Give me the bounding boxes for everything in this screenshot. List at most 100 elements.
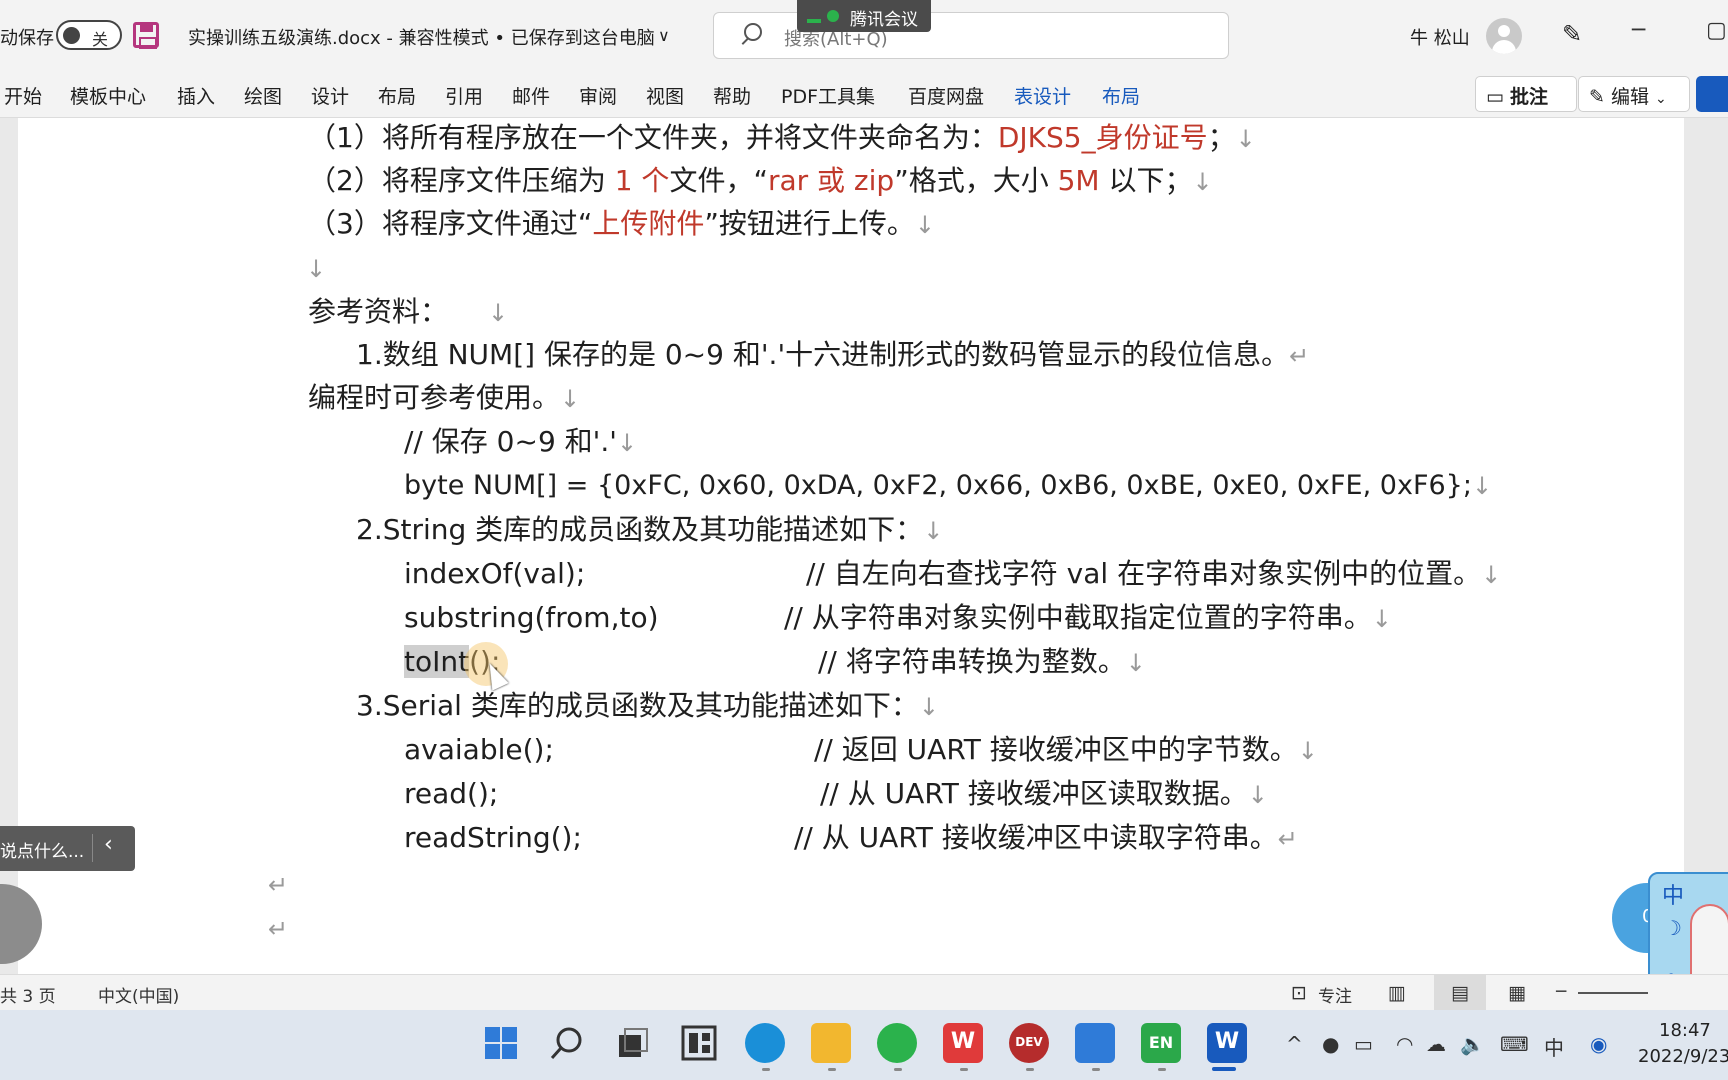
editing-mode-button[interactable]: ✎ 编辑 ⌄ bbox=[1578, 76, 1690, 112]
tray-overflow-icon[interactable]: ^ bbox=[1286, 1032, 1303, 1056]
en-input-icon[interactable]: EN bbox=[1141, 1023, 1181, 1063]
meeting-chat-pill[interactable]: 说点什么... ‹ bbox=[0, 826, 135, 871]
divider bbox=[92, 834, 93, 862]
reference-heading[interactable]: 参考资料： ↓ bbox=[308, 294, 508, 331]
reference-1-line-2[interactable]: 编程时可参考使用。↓ bbox=[308, 380, 580, 417]
running-indicator bbox=[894, 1068, 902, 1071]
microphone-icon[interactable]: ● bbox=[1322, 1032, 1339, 1056]
string-func-desc[interactable]: // 从字符串对象实例中截取指定位置的字符串。↓ bbox=[784, 600, 1392, 637]
reference-2-heading[interactable]: 2.String 类库的成员函数及其功能描述如下：↓ bbox=[356, 512, 943, 549]
collapse-chevron-icon[interactable]: ‹ bbox=[104, 832, 113, 857]
devcpp-icon[interactable]: DEV bbox=[1009, 1023, 1049, 1063]
tab-home[interactable]: 开始 bbox=[4, 82, 42, 109]
empty-line[interactable]: ↓ bbox=[306, 250, 326, 287]
moon-icon[interactable]: ☽ bbox=[1664, 916, 1682, 940]
wifi-icon[interactable]: ◠ bbox=[1396, 1032, 1413, 1056]
battery-icon[interactable]: ▭ bbox=[1354, 1032, 1373, 1056]
edit-pencil-icon: ✎ bbox=[1589, 86, 1605, 108]
tab-mailings[interactable]: 邮件 bbox=[512, 82, 550, 109]
tab-design[interactable]: 设计 bbox=[311, 82, 349, 109]
comments-button[interactable]: ▭ 批注 bbox=[1475, 76, 1577, 112]
tab-templates[interactable]: 模板中心 bbox=[70, 82, 146, 109]
print-layout-button[interactable]: ▤ bbox=[1434, 975, 1486, 1011]
web-layout-icon[interactable]: ▦ bbox=[1508, 982, 1526, 1004]
focus-icon[interactable]: ⊡ bbox=[1291, 982, 1307, 1004]
wps-icon[interactable]: W bbox=[943, 1023, 983, 1063]
tab-draw[interactable]: 绘图 bbox=[244, 82, 282, 109]
document-title[interactable]: 实操训练五级演练.docx - 兼容性模式 • 已保存到这台电脑 bbox=[188, 24, 655, 50]
signal-icon bbox=[807, 9, 821, 23]
task-view-icon[interactable] bbox=[613, 1023, 653, 1063]
tencent-meeting-badge[interactable]: 腾讯会议 bbox=[797, 0, 931, 32]
ime-mode-label[interactable]: 中 bbox=[1662, 878, 1684, 910]
tab-help[interactable]: 帮助 bbox=[713, 82, 751, 109]
ime-logo-icon[interactable]: ◉ bbox=[1590, 1032, 1607, 1056]
volume-icon[interactable]: 🔈 bbox=[1460, 1032, 1485, 1056]
serial-func-desc[interactable]: // 从 UART 接收缓冲区中读取字符串。↵ bbox=[794, 820, 1298, 857]
toggle-knob bbox=[63, 27, 80, 44]
serial-func-name[interactable]: avaiable(); bbox=[404, 732, 554, 768]
search-box[interactable]: 搜索(Alt+Q) bbox=[713, 12, 1229, 59]
running-indicator bbox=[1092, 1068, 1100, 1071]
search-icon[interactable] bbox=[547, 1023, 587, 1063]
windows-start-icon[interactable] bbox=[481, 1023, 521, 1063]
tab-layout[interactable]: 布局 bbox=[378, 82, 416, 109]
paragraph-mark: ↵ bbox=[268, 915, 289, 943]
requirement-2[interactable]: （2）将程序文件压缩为 1 个文件，“rar 或 zip”格式，大小 5M 以下… bbox=[308, 163, 1213, 200]
wechat-icon[interactable] bbox=[877, 1023, 917, 1063]
ime-indicator[interactable]: 中 bbox=[1544, 1032, 1564, 1061]
code-array[interactable]: byte NUM[] = {0xFC, 0x60, 0xDA, 0xF2, 0x… bbox=[404, 468, 1492, 504]
string-func-name[interactable]: substring(from,to) bbox=[404, 600, 659, 636]
clock-time[interactable]: 18:47 bbox=[1659, 1020, 1711, 1041]
tab-pdf-tools[interactable]: PDF工具集 bbox=[781, 82, 875, 109]
reference-3-heading[interactable]: 3.Serial 类库的成员函数及其功能描述如下：↓ bbox=[356, 688, 939, 725]
language-indicator[interactable]: 中文(中国) bbox=[98, 982, 179, 1007]
share-button[interactable] bbox=[1696, 76, 1728, 112]
print-layout-icon: ▤ bbox=[1451, 982, 1469, 1004]
serial-func-name[interactable]: read(); bbox=[404, 776, 498, 812]
clock-date[interactable]: 2022/9/23 bbox=[1638, 1046, 1728, 1067]
tab-review[interactable]: 审阅 bbox=[579, 82, 617, 109]
avatar[interactable] bbox=[1486, 18, 1522, 54]
tab-baidu-netdisk[interactable]: 百度网盘 bbox=[908, 82, 984, 109]
tab-insert[interactable]: 插入 bbox=[177, 82, 215, 109]
code-comment[interactable]: // 保存 0~9 和'.'↓ bbox=[404, 424, 637, 461]
running-indicator bbox=[1158, 1068, 1166, 1071]
word-icon[interactable]: W bbox=[1207, 1023, 1247, 1063]
title-bar: 动保存 关 实操训练五级演练.docx - 兼容性模式 • 已保存到这台电脑 ∨… bbox=[0, 0, 1728, 72]
page-count[interactable]: 共 3 页 bbox=[0, 982, 56, 1007]
serial-func-desc[interactable]: // 返回 UART 接收缓冲区中的字节数。↓ bbox=[814, 732, 1318, 769]
autosave-toggle[interactable]: 关 bbox=[56, 20, 122, 50]
widgets-icon[interactable] bbox=[679, 1023, 719, 1063]
keyboard-icon[interactable]: ⌨ bbox=[1500, 1032, 1529, 1056]
requirement-1[interactable]: （1）将所有程序放在一个文件夹，并将文件夹命名为：DJKS5_身份证号；↓ bbox=[308, 120, 1256, 157]
reference-1-line-1[interactable]: 1.数组 NUM[] 保存的是 0~9 和'.'十六进制形式的数码管显示的段位信… bbox=[356, 337, 1309, 374]
focus-label[interactable]: 专注 bbox=[1318, 982, 1352, 1007]
string-func-name[interactable]: indexOf(val); bbox=[404, 556, 585, 592]
paragraph-mark: ↵ bbox=[268, 871, 289, 899]
string-func-desc[interactable]: // 自左向右查找字符 val 在字符串对象实例中的位置。↓ bbox=[806, 556, 1501, 593]
zoom-out-icon[interactable]: ─ bbox=[1556, 982, 1566, 1002]
tab-view[interactable]: 视图 bbox=[646, 82, 684, 109]
cloud-icon[interactable]: ☁ bbox=[1426, 1032, 1446, 1056]
user-name[interactable]: 牛 松山 bbox=[1410, 24, 1470, 50]
comments-label: 批注 bbox=[1510, 86, 1549, 108]
read-mode-icon[interactable]: ▥ bbox=[1388, 982, 1406, 1004]
requirement-3[interactable]: （3）将程序文件通过“上传附件”按钮进行上传。↓ bbox=[308, 206, 935, 243]
taskbar: W DEV EN W ^ ● ▭ ◠ ☁ 🔈 ⌨ 中 ◉ 18:47 2022/… bbox=[0, 1010, 1728, 1080]
restore-icon[interactable]: ▢ bbox=[1706, 18, 1727, 43]
minimize-icon[interactable]: ─ bbox=[1632, 18, 1645, 43]
feishu-icon[interactable] bbox=[1075, 1023, 1115, 1063]
pen-icon[interactable]: ✎ bbox=[1562, 20, 1582, 48]
file-explorer-icon[interactable] bbox=[811, 1023, 851, 1063]
tab-table-design[interactable]: 表设计 bbox=[1014, 82, 1071, 109]
serial-func-name[interactable]: readString(); bbox=[404, 820, 582, 856]
tab-references[interactable]: 引用 bbox=[445, 82, 483, 109]
serial-func-desc[interactable]: // 从 UART 接收缓冲区读取数据。↓ bbox=[820, 776, 1268, 813]
save-icon[interactable] bbox=[133, 22, 159, 49]
string-func-desc[interactable]: // 将字符串转换为整数。↓ bbox=[818, 644, 1146, 681]
title-chevron-icon[interactable]: ∨ bbox=[658, 26, 670, 45]
edge-icon[interactable] bbox=[745, 1023, 785, 1063]
zoom-slider[interactable] bbox=[1578, 992, 1648, 994]
tab-table-layout[interactable]: 布局 bbox=[1102, 82, 1140, 109]
